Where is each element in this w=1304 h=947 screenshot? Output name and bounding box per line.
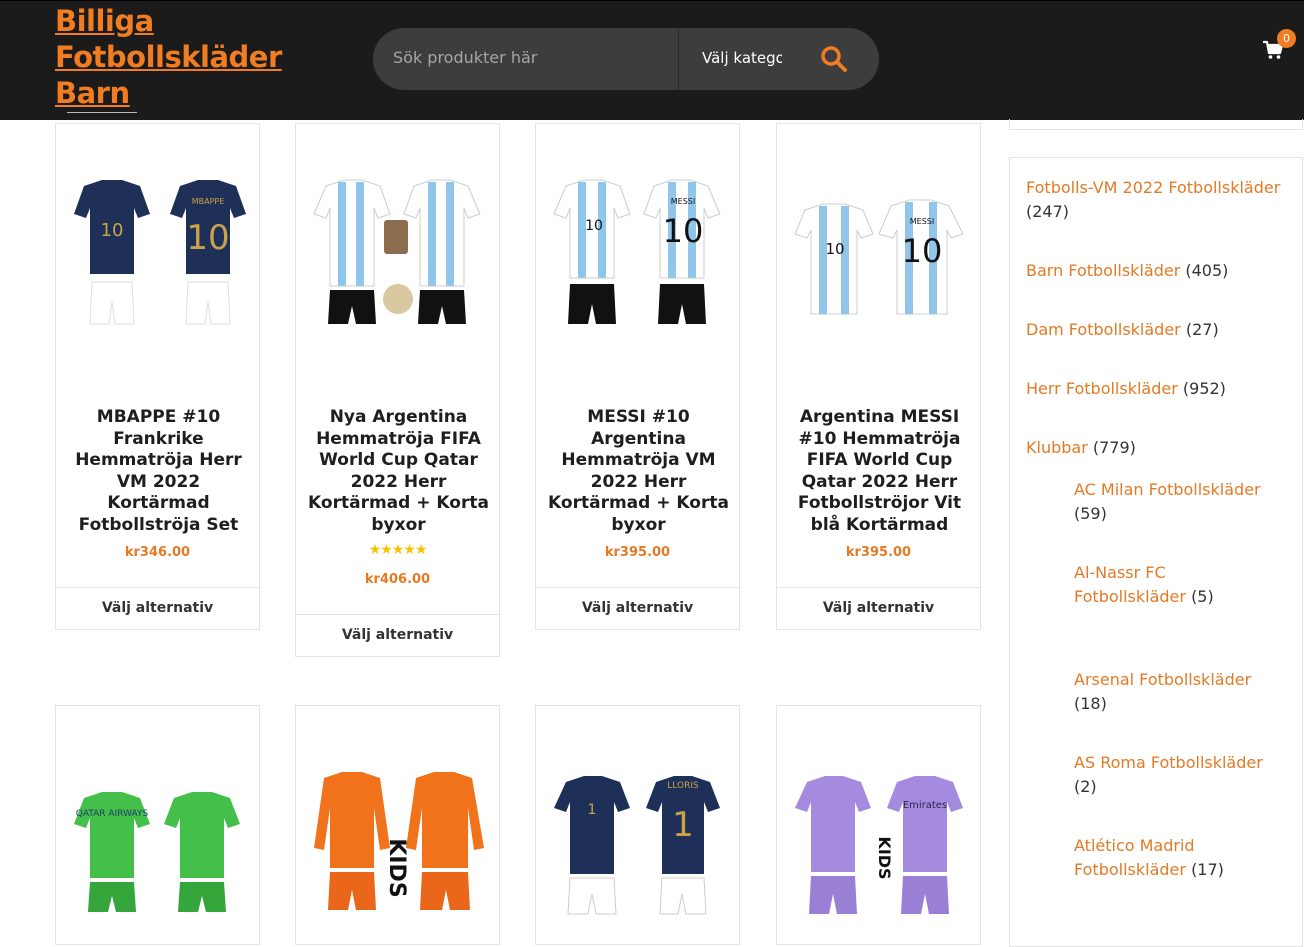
- category-count: (779): [1092, 438, 1136, 457]
- select-options-button[interactable]: Välj alternativ: [56, 587, 259, 629]
- subcategory-link[interactable]: Al-Nassr FC Fotbollskläder: [1074, 563, 1186, 606]
- category-count: (247): [1026, 202, 1070, 221]
- subcategory-item: AS Roma Fotbollskläder (2): [1074, 751, 1274, 799]
- subcategory-item: Al-Nassr FC Fotbollskläder (5): [1074, 561, 1234, 609]
- breadcrumb-remnant: [67, 112, 137, 118]
- subcategory-count: (5): [1191, 587, 1214, 606]
- product-categories-widget: Fotbolls-VM 2022 Fotbollskläder (247) Ba…: [1009, 157, 1303, 947]
- product-card[interactable]: QATAR AIRWAYS: [55, 705, 260, 945]
- kids-label: KIDS: [875, 836, 894, 879]
- jersey-back-number: 10: [186, 218, 229, 258]
- rating-stars: ★★★★★: [368, 542, 428, 558]
- category-link[interactable]: Dam Fotbollskläder: [1026, 320, 1181, 339]
- product-image[interactable]: 10 MBAPPE 10: [64, 174, 251, 364]
- logo-line-1[interactable]: Billiga: [55, 3, 282, 39]
- subcategory-item: Arsenal Fotbollskläder (18): [1074, 668, 1274, 716]
- search-divider: [678, 28, 679, 90]
- select-options-button[interactable]: Välj alternativ: [296, 614, 499, 656]
- search-input[interactable]: Sök produkter här: [393, 48, 673, 70]
- subcategory-count: (17): [1191, 860, 1224, 879]
- kids-label: KIDS: [384, 838, 409, 897]
- subcategory-link[interactable]: Arsenal Fotbollskläder: [1074, 670, 1251, 689]
- category-item: Dam Fotbollskläder (27): [1026, 318, 1296, 342]
- jersey-number: 10: [101, 220, 124, 241]
- product-title[interactable]: Nya Argentina Hemmatröja FIFA World Cup …: [304, 407, 493, 536]
- product-image[interactable]: 10 MESSI 10: [785, 174, 972, 364]
- product-image[interactable]: 10 MESSI 10: [544, 174, 731, 364]
- logo-line-2[interactable]: Fotbollskläder: [55, 39, 282, 75]
- category-item: Klubbar (779): [1026, 436, 1296, 460]
- sponsor-text: QATAR AIRWAYS: [76, 809, 149, 819]
- jersey-number: 1: [588, 802, 597, 818]
- product-card[interactable]: Nya Argentina Hemmatröja FIFA World Cup …: [295, 123, 500, 657]
- product-price: kr406.00: [364, 572, 431, 587]
- product-image[interactable]: 1 LLORIS 1: [544, 768, 731, 918]
- product-card[interactable]: Emirates KIDS: [776, 705, 981, 945]
- subcategory-link[interactable]: AS Roma Fotbollskläder: [1074, 753, 1263, 772]
- product-card[interactable]: 10 MESSI 10 Argentina MESSI #10 Hemmatrö…: [776, 123, 981, 630]
- category-count: (952): [1182, 379, 1226, 398]
- product-image[interactable]: KIDS: [304, 768, 491, 918]
- jersey-number: 10: [585, 218, 603, 234]
- select-options-button[interactable]: Välj alternativ: [777, 587, 980, 629]
- category-link[interactable]: Klubbar: [1026, 438, 1088, 457]
- subcategory-item: AC Milan Fotbollskläder (59): [1074, 478, 1274, 526]
- jersey-back-number: 10: [663, 212, 704, 250]
- category-select[interactable]: Välj kategori: [702, 49, 782, 69]
- subcategory-count: (18): [1074, 694, 1107, 713]
- product-image[interactable]: [304, 174, 491, 364]
- search-icon[interactable]: [819, 44, 849, 74]
- category-item: Fotbolls-VM 2022 Fotbollskläder (247): [1026, 176, 1296, 224]
- sponsor-text: Emirates: [903, 800, 947, 811]
- jersey-name: MESSI: [910, 217, 934, 226]
- jersey-name: MESSI: [671, 197, 695, 206]
- subcategory-count: (59): [1074, 504, 1107, 523]
- category-item: Herr Fotbollskläder (952): [1026, 377, 1296, 401]
- jersey-number: 10: [825, 240, 844, 258]
- jersey-name: LLORIS: [667, 781, 699, 791]
- subcategory-item: Atlético Madrid Fotbollskläder (17): [1074, 834, 1224, 882]
- site-logo[interactable]: Billiga Fotbollskläder Barn: [55, 3, 282, 111]
- jersey-name: MBAPPE: [192, 197, 225, 206]
- category-count: (27): [1185, 320, 1219, 339]
- sidebar-widget-top: [1009, 119, 1303, 130]
- product-title[interactable]: MESSI #10 Argentina Hemmatröja VM 2022 H…: [544, 407, 733, 536]
- subcategory-link[interactable]: AC Milan Fotbollskläder: [1074, 480, 1261, 499]
- search-bar: Sök produkter här Välj kategori: [373, 28, 879, 90]
- category-count: (405): [1185, 261, 1229, 280]
- subcategory-link[interactable]: Atlético Madrid Fotbollskläder: [1074, 836, 1195, 879]
- logo-line-3[interactable]: Barn: [55, 75, 282, 111]
- product-price: kr346.00: [124, 545, 191, 560]
- product-card[interactable]: 1 LLORIS 1: [535, 705, 740, 945]
- product-card[interactable]: KIDS: [295, 705, 500, 945]
- product-card[interactable]: 10 MESSI 10 MESSI #10 Argentina Hemmatrö…: [535, 123, 740, 630]
- cart-count-badge[interactable]: 0: [1277, 29, 1296, 48]
- product-title[interactable]: Argentina MESSI #10 Hemmatröja FIFA Worl…: [785, 407, 974, 536]
- category-link[interactable]: Barn Fotbollskläder: [1026, 261, 1180, 280]
- category-item: Barn Fotbollskläder (405): [1026, 259, 1296, 283]
- jersey-back-number: 1: [672, 805, 694, 845]
- product-title[interactable]: MBAPPE #10 Frankrike Hemmatröja Herr VM …: [64, 407, 253, 536]
- product-image[interactable]: QATAR AIRWAYS: [64, 788, 251, 918]
- site-header: Billiga Fotbollskläder Barn Sök produkte…: [0, 0, 1304, 120]
- category-link[interactable]: Herr Fotbollskläder: [1026, 379, 1178, 398]
- jersey-back-number: 10: [902, 232, 943, 270]
- product-image[interactable]: Emirates KIDS: [785, 768, 972, 918]
- product-price: kr395.00: [604, 545, 671, 560]
- product-card[interactable]: 10 MBAPPE 10 MBAPPE #10 Frankrike Hemmat…: [55, 123, 260, 630]
- subcategory-count: (2): [1074, 777, 1097, 796]
- category-link[interactable]: Fotbolls-VM 2022 Fotbollskläder: [1026, 178, 1280, 197]
- select-options-button[interactable]: Välj alternativ: [536, 587, 739, 629]
- product-price: kr395.00: [845, 545, 912, 560]
